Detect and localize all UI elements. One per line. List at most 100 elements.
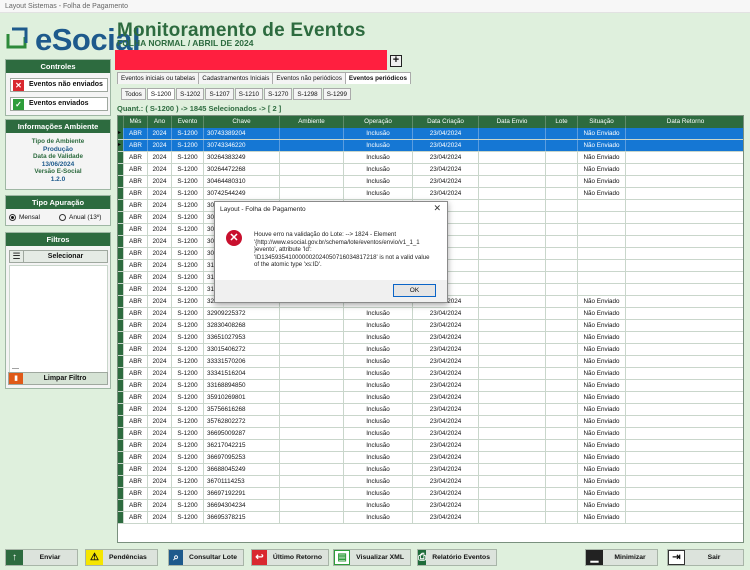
eventos-enviados-button[interactable]: ✓ Eventos enviados (10, 97, 108, 111)
pendencias-button[interactable]: ⚠ Pendências (85, 549, 158, 566)
table-row[interactable]: ABR 2024 S-1200 36695378215 Inclusão 23/04/20… (118, 512, 743, 524)
tab-periodicos[interactable]: Eventos periódicos (344, 72, 411, 84)
cell-lote (546, 368, 578, 379)
col-chave[interactable]: Chave (204, 116, 280, 128)
col-data-criacao[interactable]: Data Criação (413, 116, 479, 128)
consultar-lote-button[interactable]: ⌕ Consultar Lote (168, 549, 244, 566)
col-evento[interactable]: Evento (172, 116, 204, 128)
cell-situacao: Não Enviado (578, 464, 626, 475)
col-data-retorno[interactable]: Data Retorno (626, 116, 743, 128)
col-situacao[interactable]: Situação (578, 116, 626, 128)
table-row[interactable]: ABR 2024 S-1200 30742544249 Inclusão 23/04/20… (118, 188, 743, 200)
cell-chave: 33015406272 (204, 344, 280, 355)
cell-situacao: Não Enviado (578, 392, 626, 403)
sair-button[interactable]: ⇥ Sair (667, 549, 744, 566)
table-row[interactable]: ▸ ABR 2024 S-1200 30743346220 Inclusão 23/04/2… (118, 140, 743, 152)
col-data-envio[interactable]: Data Envio (479, 116, 546, 128)
table-row[interactable]: ABR 2024 S-1200 35756616268 Inclusão 23/04/20… (118, 404, 743, 416)
cell-ano: 2024 (148, 368, 172, 379)
col-ano[interactable]: Ano (148, 116, 172, 128)
cell-situacao: Não Enviado (578, 308, 626, 319)
filter-list[interactable] (9, 265, 108, 377)
cell-evento: S-1200 (172, 380, 204, 391)
cell-operacao: Inclusão (344, 368, 413, 379)
table-row[interactable]: ABR 2024 S-1200 33651027953 Inclusão 23/04/20… (118, 332, 743, 344)
table-row[interactable]: ABR 2024 S-1200 33341516204 Inclusão 23/04/20… (118, 368, 743, 380)
cell-ambiente (280, 320, 344, 331)
dialog-close-button[interactable]: ✕ (433, 203, 441, 214)
cell-evento: S-1200 (172, 488, 204, 499)
visualizar-xml-button[interactable]: ▤ Visualizar XML (333, 549, 411, 566)
table-row[interactable]: ABR 2024 S-1200 35910269801 Inclusão 23/04/20… (118, 392, 743, 404)
table-row[interactable]: ABR 2024 S-1200 36701114253 Inclusão 23/04/20… (118, 476, 743, 488)
cell-mes: ABR (124, 392, 148, 403)
cell-mes: ABR (124, 488, 148, 499)
table-row[interactable]: ABR 2024 S-1200 32909225372 Inclusão 23/04/20… (118, 308, 743, 320)
radio-anual[interactable]: Anual (13º) (59, 214, 101, 221)
subtab-todos[interactable]: Todos (121, 88, 146, 100)
col-ambiente[interactable]: Ambiente (280, 116, 344, 128)
cell-chave: 33168894850 (204, 380, 280, 391)
cell-evento: S-1200 (172, 200, 204, 211)
table-row[interactable]: ABR 2024 S-1200 36688045249 Inclusão 23/04/20… (118, 464, 743, 476)
subtab-s1200[interactable]: S-1200 (146, 88, 176, 100)
cell-data-criacao: 23/04/2024 (413, 356, 479, 367)
minimizar-button[interactable]: ▁ Minimizar (585, 549, 658, 566)
table-row[interactable]: ABR 2024 S-1200 32830408268 Inclusão 23/04/20… (118, 320, 743, 332)
col-mes[interactable]: Mês (124, 116, 148, 128)
tab-cadastramentos[interactable]: Cadastramentos Iniciais (198, 72, 274, 84)
selecionar-button[interactable]: ☰ Selecionar (9, 250, 108, 263)
subtab-s1298[interactable]: S-1298 (293, 88, 322, 100)
ultimo-retorno-button[interactable]: ↩ Último Retorno (251, 549, 329, 566)
cell-data-envio (479, 200, 546, 211)
relatorio-eventos-button[interactable]: ⎙ Relatório Eventos (417, 549, 497, 566)
cell-operacao: Inclusão (344, 320, 413, 331)
limpar-filtro-button[interactable]: ▮ Limpar Filtro (8, 372, 108, 385)
events-grid: Mês Ano Evento Chave Ambiente Operação D… (117, 115, 744, 543)
subtab-s1202[interactable]: S-1202 (176, 88, 205, 100)
cell-data-envio (479, 488, 546, 499)
cell-ano: 2024 (148, 236, 172, 247)
radio-mensal[interactable]: Mensal (9, 214, 40, 221)
table-row[interactable]: ABR 2024 S-1200 36694304234 Inclusão 23/04/20… (118, 500, 743, 512)
cell-data-retorno (626, 488, 743, 499)
cell-data-retorno (626, 392, 743, 403)
table-row[interactable]: ▸ ABR 2024 S-1200 30743389204 Inclusão 23/04/2… (118, 128, 743, 140)
cell-evento: S-1200 (172, 248, 204, 259)
cell-operacao: Inclusão (344, 188, 413, 199)
eventos-nao-enviados-button[interactable]: ✕ Eventos não enviados (10, 78, 108, 92)
cell-evento: S-1200 (172, 368, 204, 379)
table-row[interactable]: ABR 2024 S-1200 30264472268 Inclusão 23/04/20… (118, 164, 743, 176)
subtab-s1270[interactable]: S-1270 (264, 88, 293, 100)
dialog-ok-button[interactable]: OK (393, 284, 436, 297)
table-row[interactable]: ABR 2024 S-1200 35762802272 Inclusão 23/04/20… (118, 416, 743, 428)
col-operacao[interactable]: Operação (344, 116, 413, 128)
enviar-button[interactable]: ↑ Enviar (5, 549, 78, 566)
cell-situacao: Não Enviado (578, 452, 626, 463)
cell-data-retorno (626, 404, 743, 415)
filter-sliders-icon: ☰ (10, 251, 24, 262)
table-row[interactable]: ABR 2024 S-1200 36697192291 Inclusão 23/04/20… (118, 488, 743, 500)
table-row[interactable]: ABR 2024 S-1200 36217042215 Inclusão 23/04/20… (118, 440, 743, 452)
col-lote[interactable]: Lote (546, 116, 578, 128)
table-row[interactable]: ABR 2024 S-1200 33331570206 Inclusão 23/04/20… (118, 356, 743, 368)
cell-evento: S-1200 (172, 356, 204, 367)
table-row[interactable]: ABR 2024 S-1200 30264383249 Inclusão 23/04/20… (118, 152, 743, 164)
cell-ambiente (280, 176, 344, 187)
cell-data-criacao: 23/04/2024 (413, 320, 479, 331)
table-row[interactable]: ABR 2024 S-1200 33168894850 Inclusão 23/04/20… (118, 380, 743, 392)
table-row[interactable]: ABR 2024 S-1200 33015406272 Inclusão 23/04/20… (118, 344, 743, 356)
table-row[interactable]: ABR 2024 S-1200 36697095253 Inclusão 23/04/20… (118, 452, 743, 464)
table-row[interactable]: ABR 2024 S-1200 36695009287 Inclusão 23/04/20… (118, 428, 743, 440)
subtab-s1210[interactable]: S-1210 (234, 88, 264, 100)
cell-data-criacao: 23/04/2024 (413, 140, 479, 151)
cell-ambiente (280, 380, 344, 391)
tab-nao-periodicos[interactable]: Eventos não periódicos (272, 72, 346, 84)
subtab-s1299[interactable]: S-1299 (322, 88, 351, 100)
tab-eventos-iniciais[interactable]: Eventos iniciais ou tabelas (117, 72, 200, 84)
subtab-s1207[interactable]: S-1207 (205, 88, 234, 100)
tipo-ambiente-label: Tipo de Ambiente (31, 138, 85, 145)
cell-operacao: Inclusão (344, 392, 413, 403)
add-button[interactable]: + (390, 55, 402, 67)
table-row[interactable]: ABR 2024 S-1200 30464480310 Inclusão 23/04/20… (118, 176, 743, 188)
